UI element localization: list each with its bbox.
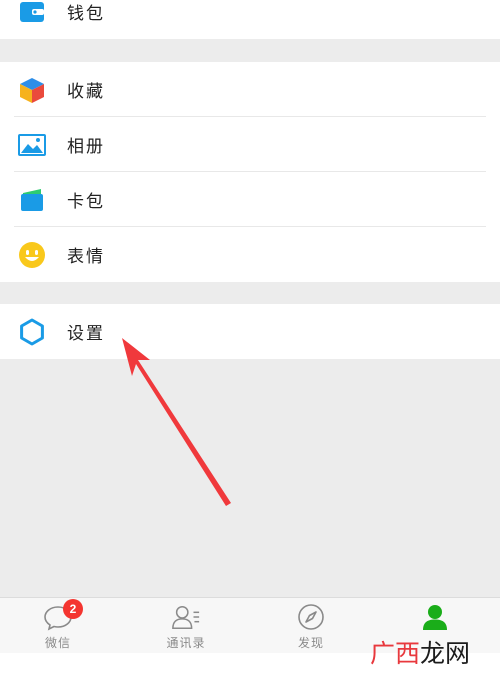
unread-badge: 2 (63, 599, 83, 619)
menu-item-favorites[interactable]: 收藏 (0, 62, 500, 117)
menu-item-label: 相册 (67, 137, 105, 157)
menu-item-label: 表情 (67, 247, 105, 267)
tab-discover[interactable]: 发现 (251, 598, 371, 654)
tab-label: 发现 (297, 636, 324, 650)
card-wallet-icon (18, 186, 46, 214)
watermark: 广西龙网 (370, 634, 470, 670)
me-page: 钱包 收藏 相册 卡包 表情 设置 2 微信 通讯录 发现 广西龙网 (0, 0, 500, 679)
menu-item-stickers[interactable]: 表情 (0, 227, 500, 282)
chat-bubble-icon: 2 (43, 599, 83, 632)
menu-item-album[interactable]: 相册 (0, 117, 500, 172)
collection-group: 收藏 相册 卡包 表情 (0, 62, 500, 282)
menu-item-settings[interactable]: 设置 (0, 304, 500, 359)
smiley-icon (18, 241, 46, 269)
tab-contacts[interactable]: 通讯录 (126, 598, 246, 654)
menu-item-cards[interactable]: 卡包 (0, 172, 500, 227)
picture-icon (18, 131, 46, 159)
gear-icon (18, 318, 46, 346)
wallet-group: 钱包 (0, 0, 500, 39)
person-icon (420, 602, 450, 632)
compass-icon (296, 602, 326, 632)
menu-item-label: 设置 (67, 324, 105, 344)
contacts-icon (171, 602, 201, 632)
wallet-icon (18, 0, 46, 26)
menu-item-label: 收藏 (67, 82, 105, 102)
watermark-part1: 广西 (370, 639, 421, 668)
tab-chats[interactable]: 2 微信 (0, 598, 118, 654)
watermark-part2: 龙网 (420, 639, 471, 668)
menu-item-label: 钱包 (67, 4, 105, 24)
cube-icon (18, 76, 46, 104)
menu-item-wallet[interactable]: 钱包 (0, 0, 500, 39)
menu-item-label: 卡包 (67, 192, 105, 212)
settings-group: 设置 (0, 304, 500, 359)
tab-label: 微信 (44, 636, 71, 650)
tab-label: 通讯录 (166, 636, 206, 650)
